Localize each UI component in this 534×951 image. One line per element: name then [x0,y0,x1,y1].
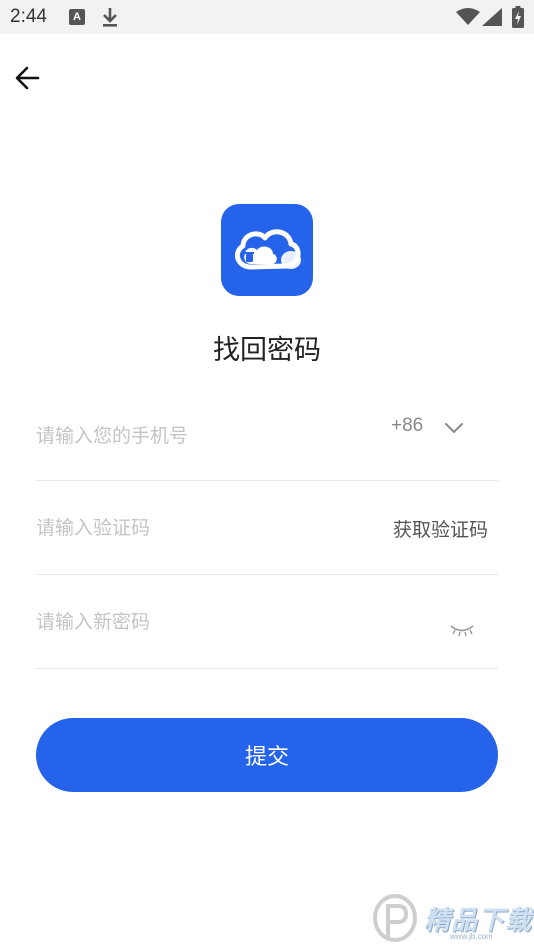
get-code-button[interactable]: 获取验证码 [393,515,488,542]
chevron-down-icon[interactable] [444,422,464,434]
new-password-row [36,575,498,669]
status-bar: 2:44 A [0,0,534,34]
signal-icon [482,8,502,26]
verification-code-row: 获取验证码 [36,481,498,575]
new-password-input[interactable] [36,575,416,668]
phone-row: +86 [36,387,498,482]
forgot-password-screen: 2:44 A 找回密码 +86 [0,0,534,951]
app-logo [221,204,313,296]
verification-code-input[interactable] [36,481,356,574]
country-code-selector[interactable]: +86 [391,415,423,437]
status-time: 2:44 [10,6,47,27]
phone-input[interactable] [36,389,366,482]
wifi-icon [456,8,480,25]
back-arrow-icon[interactable] [12,63,44,93]
watermark-subtext: www.jb.com [450,932,493,941]
eye-closed-icon[interactable] [449,623,475,637]
cloud-trash-icon [234,229,301,270]
watermark-logo-icon [373,894,417,942]
submit-button[interactable]: 提交 [36,718,498,792]
page-title: 找回密码 [213,335,321,366]
download-icon [103,8,117,27]
notification-a-icon: A [69,9,85,25]
battery-icon [512,6,524,28]
